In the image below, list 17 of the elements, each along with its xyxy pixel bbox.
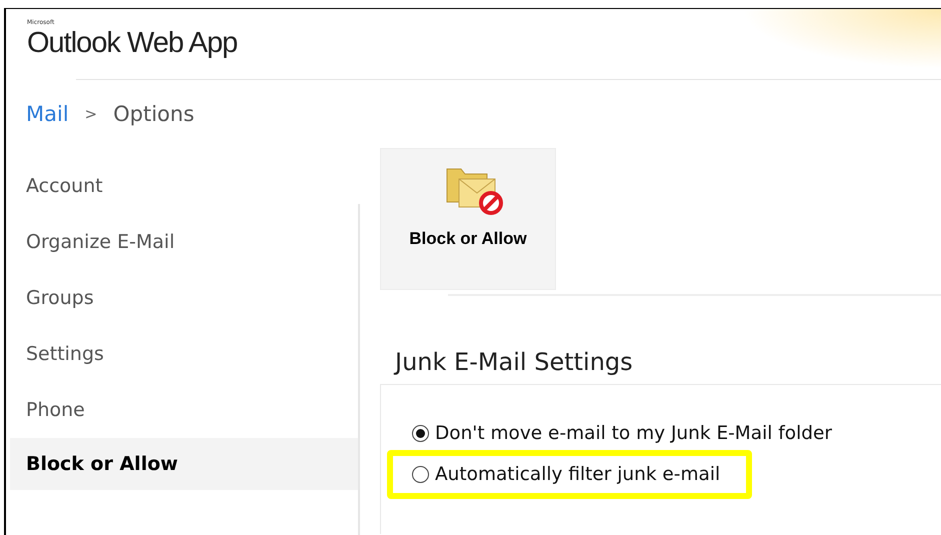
option-label: Don't move e-mail to my Junk E-Mail folder	[435, 423, 832, 444]
sidebar-item[interactable]: Block or Allow	[10, 438, 360, 490]
sidebar-item[interactable]: Groups	[10, 270, 360, 326]
section-title: Junk E-Mail Settings	[395, 348, 634, 378]
breadcrumb-link[interactable]: Mail	[26, 102, 69, 126]
block-allow-tile[interactable]: Block or Allow	[380, 148, 556, 290]
sidebar-item[interactable]: Settings	[10, 326, 360, 382]
sidebar-item[interactable]: Phone	[10, 382, 360, 438]
app-title: Outlook Web App	[27, 27, 238, 59]
breadcrumb-separator: >	[84, 105, 98, 123]
breadcrumb-current: Options	[113, 102, 194, 126]
sidebar-item[interactable]: Account	[10, 158, 360, 214]
radio-button[interactable]	[412, 425, 429, 442]
option-label: Automatically filter junk e-mail	[435, 464, 720, 485]
radio-button[interactable]	[412, 466, 429, 483]
tile-label: Block or Allow	[409, 229, 527, 249]
sidebar-item[interactable]: Organize E-Mail	[10, 214, 360, 270]
